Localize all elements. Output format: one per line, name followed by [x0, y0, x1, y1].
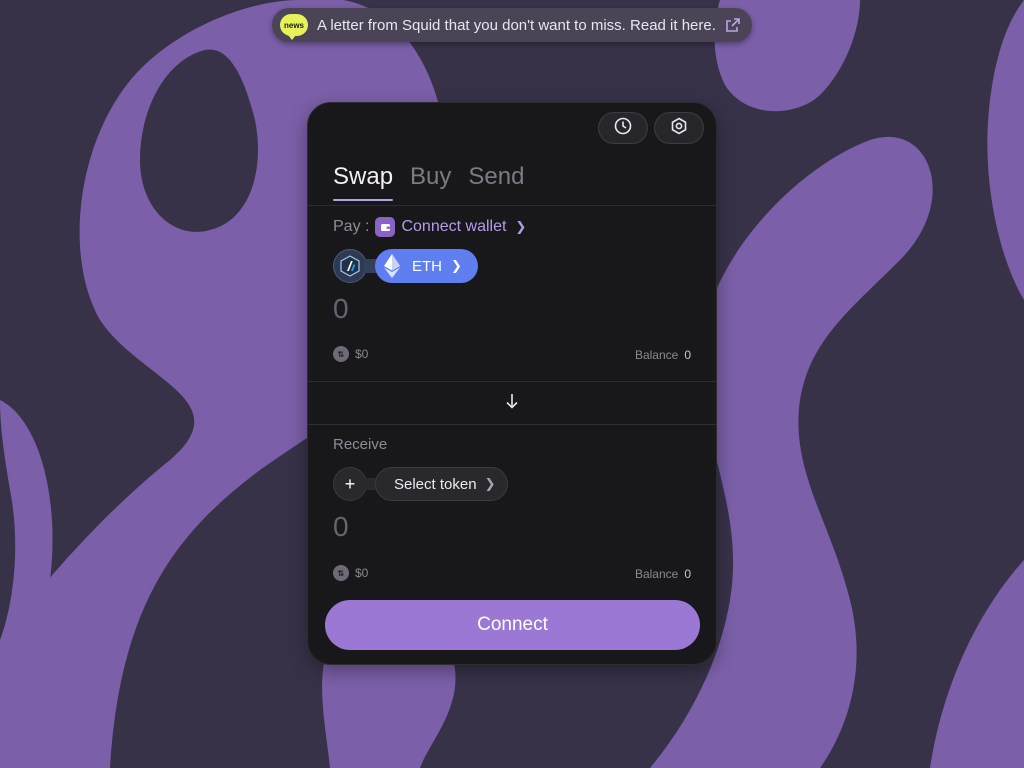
swap-widget: Swap Buy Send Pay : Connect wallet ❯ ETH — [307, 102, 717, 665]
select-token-button[interactable]: Select token ❯ — [375, 467, 509, 501]
divider — [308, 424, 716, 425]
external-link-icon[interactable] — [724, 16, 742, 34]
tab-buy[interactable]: Buy — [410, 163, 451, 201]
swap-value-icon: ⇅ — [333, 565, 349, 581]
news-banner[interactable]: news A letter from Squid that you don't … — [272, 8, 752, 42]
connect-button[interactable]: Connect — [325, 600, 700, 650]
background-blob — [987, 0, 1024, 300]
settings-button[interactable] — [654, 112, 704, 144]
balance-value: 0 — [684, 348, 691, 362]
receive-label: Receive — [333, 436, 388, 453]
pay-token-selector[interactable]: ETH ❯ — [333, 248, 478, 284]
news-banner-text[interactable]: A letter from Squid that you don't want … — [317, 17, 716, 34]
chevron-right-icon: ❯ — [484, 476, 496, 491]
pay-label: Pay : — [333, 218, 370, 235]
tab-send[interactable]: Send — [468, 163, 524, 201]
receive-token-selector[interactable]: + Select token ❯ — [333, 467, 509, 501]
swap-value-icon: ⇅ — [333, 346, 349, 362]
wallet-icon — [375, 217, 396, 237]
pay-amount-input[interactable]: 0 — [333, 293, 349, 325]
select-token-label: Select token — [394, 475, 477, 493]
pay-usd-value: ⇅ $0 — [333, 346, 368, 362]
plus-icon: + — [333, 467, 367, 501]
tab-bar: Swap Buy Send — [333, 163, 524, 201]
balance-label: Balance — [634, 567, 679, 581]
chevron-right-icon: ❯ — [515, 219, 527, 234]
balance-value: 0 — [684, 567, 691, 581]
chevron-right-icon: ❯ — [451, 258, 462, 273]
token-symbol: ETH — [412, 257, 442, 275]
pay-row: Pay : Connect wallet ❯ — [333, 217, 526, 237]
clock-icon — [614, 117, 632, 140]
pay-usd-text: $0 — [355, 347, 369, 361]
arbitrum-icon — [333, 249, 367, 283]
connect-wallet-link[interactable]: Connect wallet ❯ — [375, 217, 526, 237]
receive-usd-text: $0 — [355, 566, 369, 580]
receive-usd-value: ⇅ $0 — [333, 565, 368, 581]
gear-icon — [670, 117, 688, 140]
arrow-down-icon — [504, 392, 520, 415]
connect-wallet-label: Connect wallet — [401, 218, 507, 235]
history-button[interactable] — [598, 112, 648, 144]
news-badge: news — [280, 14, 308, 40]
switch-direction-button[interactable] — [308, 382, 716, 424]
ethereum-icon — [384, 254, 400, 278]
receive-balance: Balance 0 — [635, 567, 691, 581]
background-blob — [930, 560, 1024, 768]
receive-amount-field: 0 — [333, 511, 349, 542]
pay-balance: Balance 0 — [635, 348, 691, 362]
tab-swap[interactable]: Swap — [333, 163, 394, 201]
balance-label: Balance — [634, 348, 679, 362]
divider — [308, 205, 716, 206]
token-pill-eth[interactable]: ETH ❯ — [375, 249, 478, 283]
